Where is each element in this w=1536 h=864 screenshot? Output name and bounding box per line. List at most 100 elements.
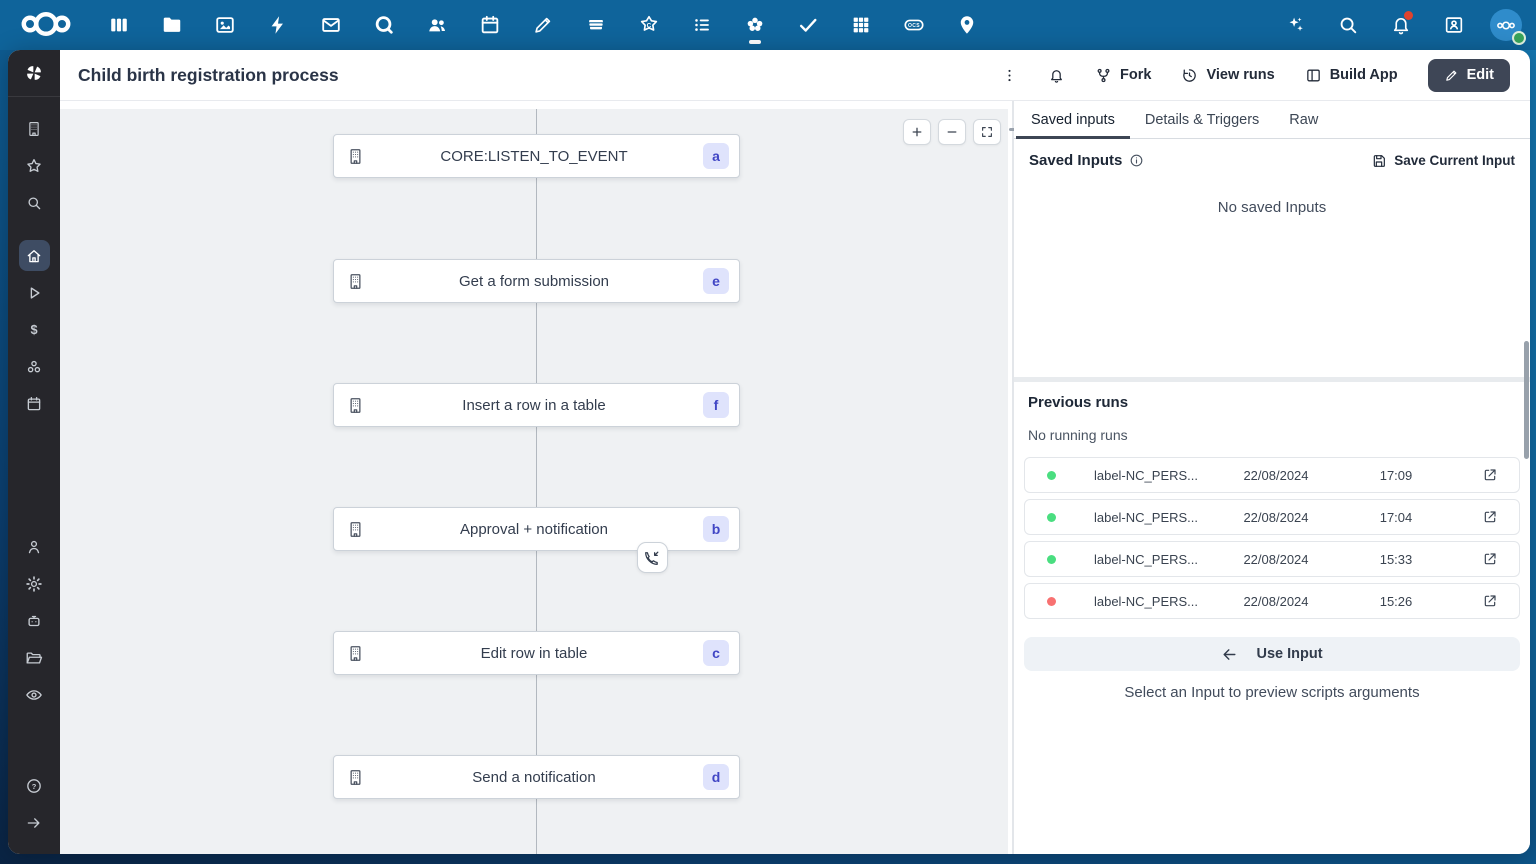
flow-node-b[interactable]: Approval + notificationb	[333, 507, 740, 551]
flow-node-id-badge: f	[703, 392, 729, 418]
app-notes[interactable]	[526, 8, 560, 42]
tab-raw[interactable]: Raw	[1274, 101, 1333, 138]
app-files[interactable]	[155, 8, 189, 42]
app-tasks[interactable]	[791, 8, 825, 42]
sidebar-item-search[interactable]	[19, 187, 50, 218]
fit-view-button[interactable]	[973, 119, 1001, 145]
gear-icon	[25, 575, 43, 593]
talk-icon	[373, 14, 395, 36]
flow-node-a[interactable]: CORE:LISTEN_TO_EVENTa	[333, 134, 740, 178]
page: COCS $? Child birth registration process…	[0, 0, 1536, 864]
suspend-approval-badge[interactable]	[637, 542, 668, 573]
app-mail[interactable]	[314, 8, 348, 42]
run-date: 22/08/2024	[1221, 510, 1331, 525]
external-link-icon	[1482, 551, 1498, 567]
run-date: 22/08/2024	[1221, 552, 1331, 567]
sidebar-item-audit-logs[interactable]	[19, 680, 50, 711]
content-row: CORE:LISTEN_TO_EVENTa Get a form submissi…	[60, 101, 1530, 854]
check-icon	[797, 14, 819, 36]
svg-text:C: C	[647, 22, 652, 29]
use-input-label: Use Input	[1256, 646, 1322, 662]
build-app-button[interactable]: Build App	[1305, 67, 1398, 84]
resources-icon	[25, 358, 43, 376]
sidebar-item-variables[interactable]: $	[19, 314, 50, 345]
sidebar-item-runs[interactable]	[19, 277, 50, 308]
sidebar-item-resources[interactable]	[19, 351, 50, 382]
open-run-button[interactable]	[1461, 509, 1519, 525]
user-avatar[interactable]	[1490, 9, 1522, 41]
app-contacts[interactable]	[420, 8, 454, 42]
sidebar-item-folders[interactable]	[19, 643, 50, 674]
flow-connector-line	[536, 109, 537, 854]
flow-node-id-badge: b	[703, 516, 729, 542]
sidebar-item-workers[interactable]	[19, 606, 50, 637]
building-icon	[25, 120, 43, 138]
minus-icon	[945, 125, 959, 139]
flow-canvas[interactable]: CORE:LISTEN_TO_EVENTa Get a form submissi…	[60, 101, 1012, 854]
fork-label: Fork	[1120, 67, 1151, 83]
run-time: 15:26	[1331, 594, 1461, 609]
zoom-in-button[interactable]	[903, 119, 931, 145]
calendar-line-icon	[25, 395, 43, 413]
run-row[interactable]: label-NC_PERS...22/08/202417:09	[1024, 457, 1520, 493]
pencil-icon	[532, 14, 554, 36]
flow-surface[interactable]: CORE:LISTEN_TO_EVENTa Get a form submissi…	[60, 109, 1008, 854]
run-row[interactable]: label-NC_PERS...22/08/202415:33	[1024, 541, 1520, 577]
sidebar-item-schedules[interactable]	[19, 388, 50, 419]
app-maps[interactable]	[950, 8, 984, 42]
sidebar-item-apps[interactable]	[19, 113, 50, 144]
notification-dot	[1404, 11, 1413, 20]
tab-details-triggers[interactable]: Details & Triggers	[1130, 101, 1274, 138]
app-collectives[interactable]: C	[632, 8, 666, 42]
use-input-button[interactable]: Use Input	[1024, 637, 1520, 671]
fork-button[interactable]: Fork	[1095, 67, 1151, 84]
notifications-button[interactable]	[1384, 8, 1418, 42]
sidebar-item-users[interactable]	[19, 532, 50, 563]
app-ocs[interactable]: OCS	[897, 8, 931, 42]
flow-node-id-badge: c	[703, 640, 729, 666]
run-row[interactable]: label-NC_PERS...22/08/202415:26	[1024, 583, 1520, 619]
zoom-out-button[interactable]	[938, 119, 966, 145]
sidebar-item-home[interactable]	[19, 240, 50, 271]
sidebar-item-expand-sidebar[interactable]	[19, 807, 50, 838]
scrollbar-thumb[interactable]	[1524, 341, 1529, 459]
app-calendar[interactable]	[473, 8, 507, 42]
windmill-logo[interactable]	[8, 50, 60, 97]
star-icon	[25, 157, 43, 175]
contacts-menu-button[interactable]	[1437, 8, 1471, 42]
nextcloud-logo[interactable]	[14, 8, 78, 42]
sidebar-item-help[interactable]: ?	[19, 770, 50, 801]
deck-icon	[585, 14, 607, 36]
sidebar-item-settings[interactable]	[19, 569, 50, 600]
assistant-button[interactable]	[1278, 8, 1312, 42]
app-windmill[interactable]	[738, 8, 772, 42]
view-runs-button[interactable]: View runs	[1181, 67, 1274, 84]
sidebar-item-favorites[interactable]	[19, 150, 50, 181]
edit-button[interactable]: Edit	[1428, 59, 1510, 92]
flow-node-e[interactable]: Get a form submissione	[333, 259, 740, 303]
app-talk[interactable]	[367, 8, 401, 42]
open-run-button[interactable]	[1461, 551, 1519, 567]
open-run-button[interactable]	[1461, 593, 1519, 609]
list-icon	[691, 14, 713, 36]
flow-node-f[interactable]: Insert a row in a tablef	[333, 383, 740, 427]
open-run-button[interactable]	[1461, 467, 1519, 483]
app-activity[interactable]	[261, 8, 295, 42]
files-icon	[161, 14, 183, 36]
flow-node-label: Insert a row in a table	[365, 397, 703, 414]
flower-icon	[744, 14, 766, 36]
info-icon[interactable]	[1129, 153, 1144, 168]
more-options-button[interactable]	[1001, 67, 1018, 84]
save-current-input-button[interactable]: Save Current Input	[1371, 153, 1515, 169]
flow-node-d[interactable]: Send a notificationd	[333, 755, 740, 799]
app-deck[interactable]	[579, 8, 613, 42]
mute-notifications-button[interactable]	[1048, 67, 1065, 84]
run-row[interactable]: label-NC_PERS...22/08/202417:04	[1024, 499, 1520, 535]
app-tables[interactable]	[844, 8, 878, 42]
app-dashboard[interactable]	[102, 8, 136, 42]
unified-search-button[interactable]	[1331, 8, 1365, 42]
tab-saved-inputs[interactable]: Saved inputs	[1016, 101, 1130, 138]
app-forms[interactable]	[685, 8, 719, 42]
app-photos[interactable]	[208, 8, 242, 42]
flow-node-c[interactable]: Edit row in tablec	[333, 631, 740, 675]
